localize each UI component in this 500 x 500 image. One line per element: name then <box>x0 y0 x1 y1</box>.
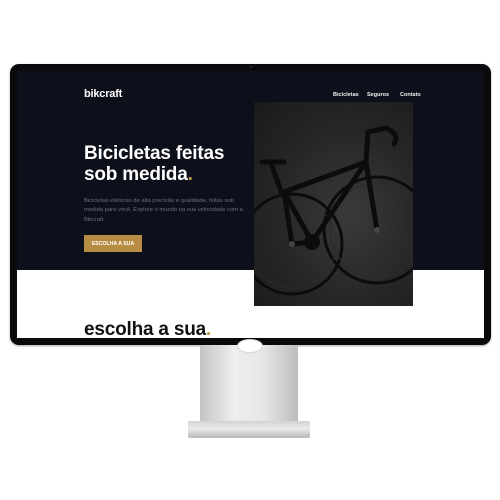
nav-item-seguros[interactable]: Seguros <box>367 92 389 98</box>
section-title: escolha a sua. <box>84 319 211 338</box>
nav-item-bicicletas[interactable]: Bicicletas <box>333 92 359 98</box>
screen: bikcraft Bicicletas Seguros Contato Bici… <box>17 71 484 338</box>
monitor-stand-base <box>188 421 310 438</box>
camera <box>249 66 253 68</box>
choose-yours-button[interactable]: ESCOLHA A SUA <box>84 235 142 252</box>
hero-description: Bicicletas elétricas de alta precisão e … <box>84 198 243 223</box>
hero-title-line2: sob medida <box>84 164 188 185</box>
monitor: bikcraft Bicicletas Seguros Contato Bici… <box>10 64 491 345</box>
hero-section: bikcraft Bicicletas Seguros Contato Bici… <box>17 71 484 270</box>
monitor-stand <box>200 339 298 425</box>
hero-title-line1: Bicicletas feitas <box>84 143 225 164</box>
nav-item-contato[interactable]: Contato <box>400 92 421 98</box>
hero-title: Bicicletas feitas sob medida. <box>84 143 274 185</box>
logo[interactable]: bikcraft <box>84 88 122 100</box>
section-title-text: escolha a sua <box>84 319 207 338</box>
hero-title-dot: . <box>187 164 193 185</box>
section-title-dot: . <box>206 319 212 338</box>
bicycle-icon <box>254 125 413 296</box>
bicycle-photo <box>254 102 413 306</box>
stand-cable-hole <box>237 339 263 353</box>
